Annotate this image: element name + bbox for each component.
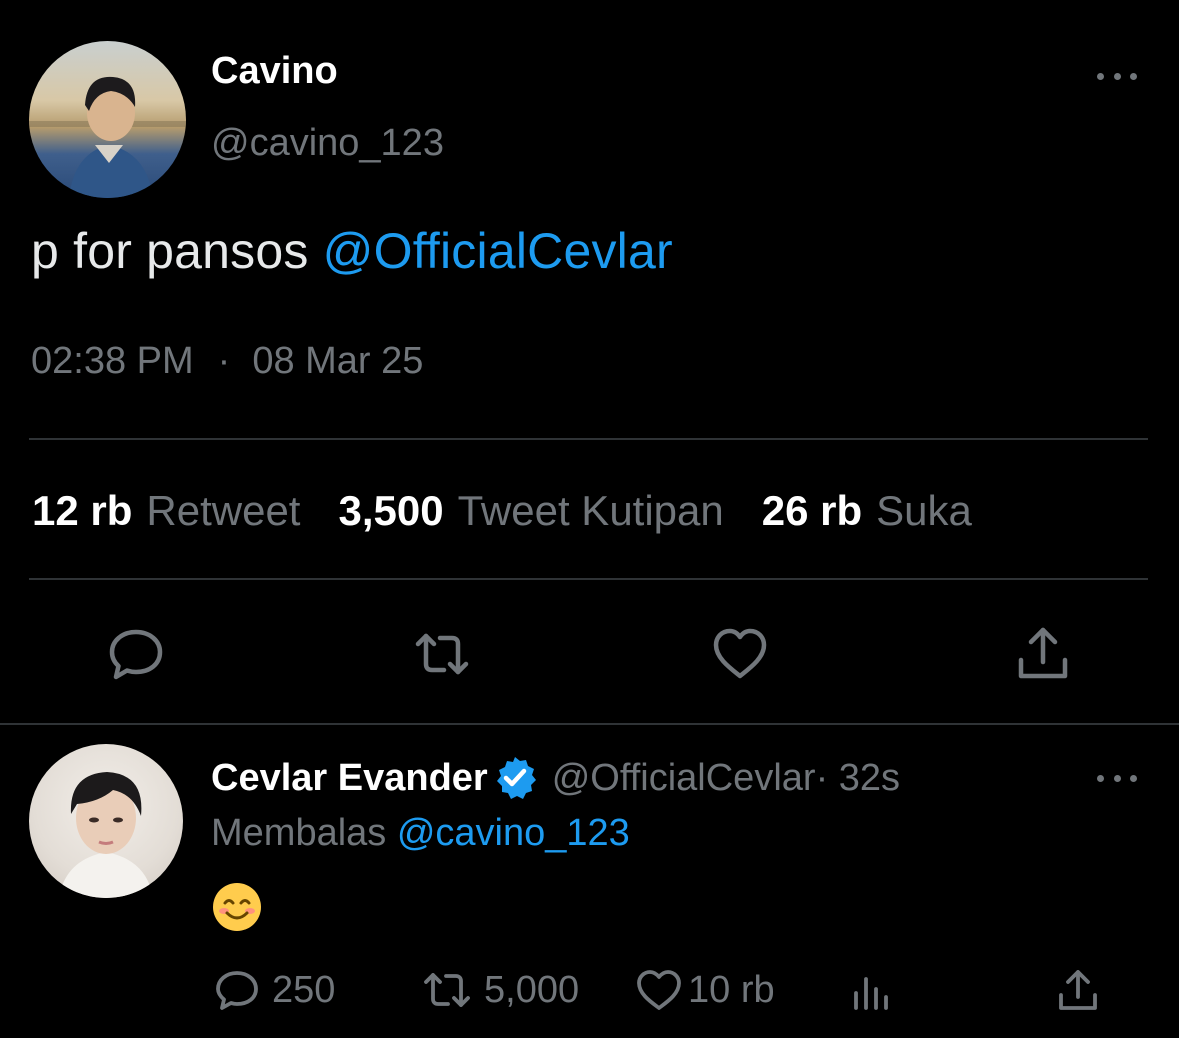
reply-action-reply[interactable]: 250	[214, 962, 335, 1018]
reply-header: Cevlar Evander @OfficialCevlar · 32s	[211, 755, 900, 801]
share-icon	[1059, 970, 1097, 1010]
retweet-stat[interactable]: 12 rb Retweet	[32, 487, 300, 535]
author-avatar[interactable]	[29, 41, 186, 198]
quote-stat[interactable]: 3,500 Tweet Kutipan	[338, 487, 723, 535]
reply-icon[interactable]	[106, 624, 166, 684]
tweet-stats: 12 rb Retweet 3,500 Tweet Kutipan 26 rb Suk…	[32, 487, 972, 535]
like-label: Suka	[876, 487, 972, 534]
reply-action-retweet[interactable]: 5,000	[420, 962, 579, 1018]
replying-to-mention[interactable]: @cavino_123	[397, 812, 630, 854]
meta-separator: ·	[217, 340, 231, 382]
reply-author-handle[interactable]: @OfficialCevlar	[552, 757, 816, 800]
author-handle[interactable]: @cavino_123	[211, 122, 444, 165]
more-options-icon[interactable]	[1097, 69, 1137, 83]
more-options-icon[interactable]	[1097, 771, 1137, 785]
smiling-face-emoji-icon	[211, 881, 263, 933]
like-count: 26 rb	[761, 487, 863, 534]
tweet-text-body: p for pansos	[31, 223, 323, 279]
retweet-count: 5,000	[484, 968, 580, 1011]
like-icon	[637, 970, 681, 1010]
verified-badge-icon	[492, 755, 538, 801]
quote-label: Tweet Kutipan	[457, 487, 724, 534]
reply-action-share[interactable]	[1055, 962, 1101, 1018]
retweet-icon[interactable]	[412, 624, 472, 684]
retweet-count: 12 rb	[32, 487, 133, 534]
avatar-photo-icon	[59, 772, 153, 898]
like-stat[interactable]: 26 rb Suka	[762, 487, 972, 535]
retweet-label: Retweet	[146, 487, 301, 534]
like-icon[interactable]	[710, 624, 770, 684]
avatar-photo-icon	[29, 76, 186, 198]
reply-action-like[interactable]: 10 rb	[634, 962, 775, 1018]
reply-icon	[216, 971, 258, 1010]
divider	[29, 578, 1148, 580]
tweet-date: 08 Mar 25	[252, 340, 424, 382]
share-icon[interactable]	[1013, 624, 1073, 684]
reply-author-avatar[interactable]	[29, 744, 183, 898]
reply-age: · 32s	[815, 756, 901, 799]
replying-to-label: Membalas	[211, 812, 397, 854]
analytics-icon	[854, 977, 888, 1010]
thread-divider	[0, 723, 1179, 725]
author-display-name[interactable]: Cavino	[211, 50, 338, 93]
tweet-mention-link[interactable]: @OfficialCevlar	[323, 223, 673, 279]
reply-count: 250	[272, 968, 336, 1011]
reply-author-display-name[interactable]: Cevlar Evander	[211, 757, 488, 800]
quote-count: 3,500	[338, 487, 444, 534]
replying-to: Membalas @cavino_123	[211, 812, 630, 855]
tweet-text: p for pansos @OfficialCevlar	[31, 222, 673, 280]
tweet-time: 02:38 PM	[31, 340, 194, 382]
tweet-timestamp[interactable]: 02:38 PM · 08 Mar 25	[31, 340, 423, 383]
retweet-icon	[424, 973, 470, 1007]
divider	[29, 438, 1148, 440]
reply-action-analytics[interactable]	[848, 962, 894, 1018]
like-count: 10 rb	[688, 968, 775, 1011]
